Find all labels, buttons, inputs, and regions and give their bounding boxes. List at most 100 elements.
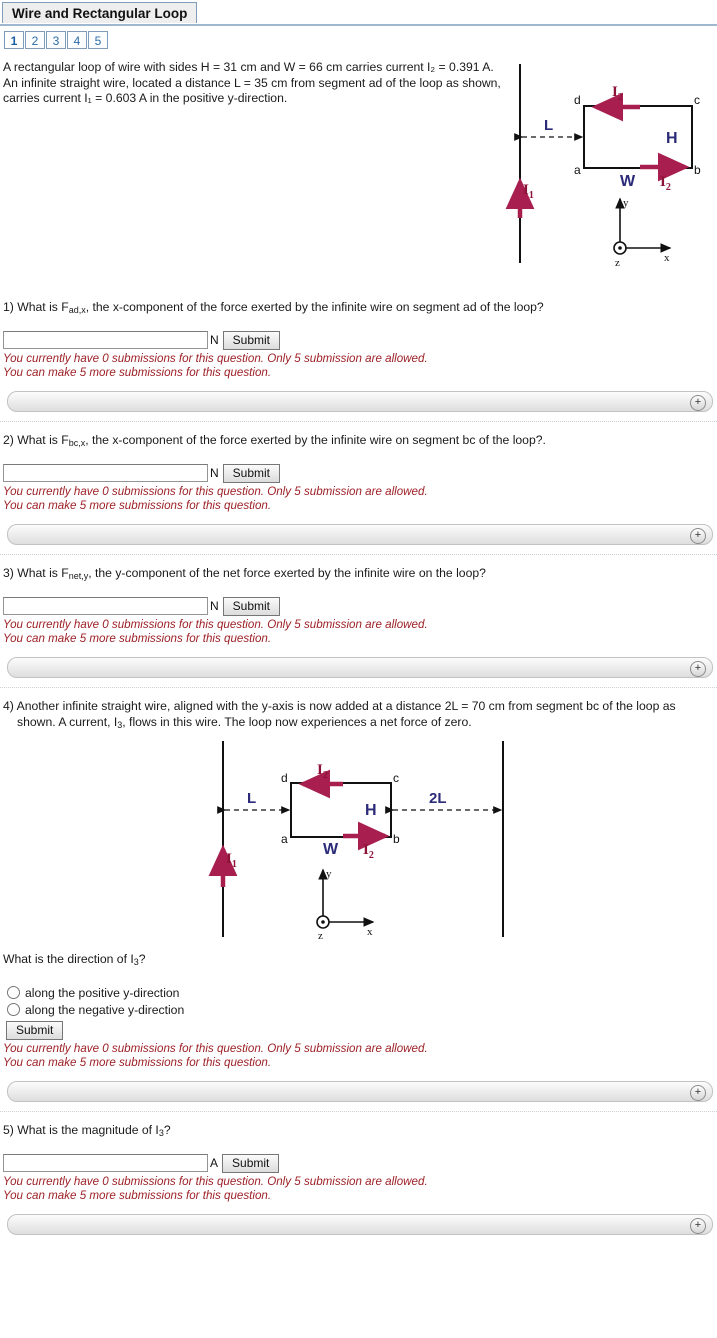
tab-2[interactable]: 2 xyxy=(25,31,45,49)
figure1-label-d: d xyxy=(574,93,581,107)
figure2-label-b: b xyxy=(393,832,400,846)
figure2-axis-z: z xyxy=(318,930,323,942)
question-1-answer-row: N Submit xyxy=(3,330,717,350)
plus-icon[interactable]: + xyxy=(690,394,706,411)
tab-4[interactable]: 4 xyxy=(67,31,87,49)
question-4-radio-positive-y[interactable] xyxy=(7,986,20,999)
plus-icon[interactable]: + xyxy=(690,1217,706,1234)
question-5-note-line1: You currently have 0 submissions for thi… xyxy=(3,1174,428,1188)
question-1-answer-input[interactable] xyxy=(3,331,208,349)
plus-icon[interactable]: + xyxy=(690,660,706,677)
question-2-prompt-post: , the x-component of the force exerted b… xyxy=(85,432,546,447)
question-4-expand-bar[interactable]: + xyxy=(7,1080,713,1102)
question-4-prompt: 4) Another infinite straight wire, align… xyxy=(3,698,717,733)
question-4-option-1-label: along the positive y-direction xyxy=(25,985,180,1000)
question-3-answer-row: N Submit xyxy=(3,596,717,616)
question-4-sub-prompt-pre: What is the direction of I xyxy=(3,951,134,966)
plus-icon[interactable]: + xyxy=(690,1084,706,1101)
figure2-svg: L 2L I2 I2 I1 d c a b H W y x z xyxy=(208,740,504,942)
question-2-expand-bar[interactable]: + xyxy=(7,523,713,545)
question-2: 2) What is Fbc,x, the x-component of the… xyxy=(0,432,717,545)
figure1-axis-y: y xyxy=(623,197,629,209)
question-1-number: 1) xyxy=(3,299,14,314)
question-4-option-1[interactable]: along the positive y-direction xyxy=(3,986,717,1000)
assignment-page: Wire and Rectangular Loop 12345 A rectan… xyxy=(0,0,717,1338)
question-5-expand-bar[interactable]: + xyxy=(7,1213,713,1235)
figure2-label-2L: 2L xyxy=(429,790,447,807)
question-2-prompt-sub: bc,x xyxy=(68,437,86,448)
svg-text:I2: I2 xyxy=(612,84,623,103)
question-2-prompt: 2) What is Fbc,x, the x-component of the… xyxy=(3,432,717,451)
question-5-prompt-post: ? xyxy=(163,1122,171,1137)
svg-text:I1: I1 xyxy=(523,182,534,201)
figure1-axis-x: x xyxy=(664,252,670,264)
question-1: 1) What is Fad,x, the x-component of the… xyxy=(0,299,717,412)
question-1-note-line1: You currently have 0 submissions for thi… xyxy=(3,351,428,365)
figure2-label-d: d xyxy=(281,771,288,785)
figure1-label-W: W xyxy=(620,173,636,190)
question-1-submission-note: You currently have 0 submissions for thi… xyxy=(3,352,717,380)
question-4-option-2-label: along the negative y-direction xyxy=(25,1002,185,1017)
question-4-submit-button[interactable]: Submit xyxy=(6,1020,64,1040)
question-2-note-line2: You can make 5 more submissions for this… xyxy=(3,498,272,512)
question-5-number: 5) xyxy=(3,1122,14,1137)
figure1-label-L: L xyxy=(544,117,553,134)
question-3-prompt: 3) What is Fnet,y, the y-component of th… xyxy=(3,565,717,584)
question-tab-strip: 12345 xyxy=(4,31,717,51)
question-2-number: 2) xyxy=(3,432,14,447)
question-1-prompt-post: , the x-component of the force exerted b… xyxy=(85,299,544,314)
question-2-prompt-pre: What is F xyxy=(17,432,69,447)
divider-2 xyxy=(0,553,717,556)
question-3: 3) What is Fnet,y, the y-component of th… xyxy=(0,565,717,678)
question-1-submit-button[interactable]: Submit xyxy=(222,330,281,350)
tab-5[interactable]: 5 xyxy=(88,31,108,49)
question-1-expand-bar[interactable]: + xyxy=(7,390,713,412)
question-3-note-line2: You can make 5 more submissions for this… xyxy=(3,631,272,645)
figure1-svg: L I2 I2 I1 d c a b H W y x z xyxy=(505,64,701,269)
question-2-note-line1: You currently have 0 submissions for thi… xyxy=(3,484,428,498)
svg-text:I2: I2 xyxy=(363,842,374,861)
question-5: 5) What is the magnitude of I3? A Submit… xyxy=(0,1122,717,1235)
question-2-answer-input[interactable] xyxy=(3,464,208,482)
question-5-prompt: 5) What is the magnitude of I3? xyxy=(3,1122,717,1141)
question-3-prompt-post: , the y-component of the net force exert… xyxy=(88,565,486,580)
svg-text:I2: I2 xyxy=(660,174,671,193)
question-3-note-line1: You currently have 0 submissions for thi… xyxy=(3,617,428,631)
question-3-submit-button[interactable]: Submit xyxy=(222,596,281,616)
svg-text:I1: I1 xyxy=(226,851,237,870)
figure2-label-I2-top-sub: 2 xyxy=(323,770,328,781)
question-4-number: 4) xyxy=(3,698,14,713)
question-5-answer-row: A Submit xyxy=(3,1153,717,1173)
question-4-submission-note: You currently have 0 submissions for thi… xyxy=(3,1042,717,1070)
figure1-axis-z: z xyxy=(615,257,620,269)
divider-3 xyxy=(0,686,717,689)
header-underline xyxy=(0,24,717,28)
question-3-submission-note: You currently have 0 submissions for thi… xyxy=(3,618,717,646)
divider-1 xyxy=(0,420,717,423)
question-1-prompt: 1) What is Fad,x, the x-component of the… xyxy=(3,299,717,318)
question-5-note-line2: You can make 5 more submissions for this… xyxy=(3,1188,272,1202)
divider-4 xyxy=(0,1110,717,1113)
question-5-submit-button[interactable]: Submit xyxy=(222,1153,280,1173)
question-3-prompt-pre: What is F xyxy=(17,565,69,580)
question-5-prompt-pre: What is the magnitude of I xyxy=(17,1122,159,1137)
question-4-sub-prompt-post: ? xyxy=(138,951,146,966)
question-4-radio-negative-y[interactable] xyxy=(7,1003,20,1016)
question-2-submission-note: You currently have 0 submissions for thi… xyxy=(3,485,717,513)
figure2-label-a: a xyxy=(281,832,288,846)
figure2-label-c: c xyxy=(393,771,399,785)
question-4-option-2[interactable]: along the negative y-direction xyxy=(3,1003,717,1017)
question-4-prompt-post: , flows in this wire. The loop now exper… xyxy=(122,714,472,729)
question-3-expand-bar[interactable]: + xyxy=(7,656,713,678)
page-header: Wire and Rectangular Loop xyxy=(0,0,717,26)
question-2-submit-button[interactable]: Submit xyxy=(222,463,281,483)
tab-1[interactable]: 1 xyxy=(4,31,24,49)
question-3-answer-input[interactable] xyxy=(3,597,208,615)
question-4-note-line1: You currently have 0 submissions for thi… xyxy=(3,1041,428,1055)
plus-icon[interactable]: + xyxy=(690,527,706,544)
problem-statement: A rectangular loop of wire with sides H … xyxy=(3,60,503,107)
figure1-label-I1-sub: 1 xyxy=(529,190,534,201)
figure1-label-I2-bottom-sub: 2 xyxy=(666,182,671,193)
tab-3[interactable]: 3 xyxy=(46,31,66,49)
question-5-answer-input[interactable] xyxy=(3,1154,208,1172)
